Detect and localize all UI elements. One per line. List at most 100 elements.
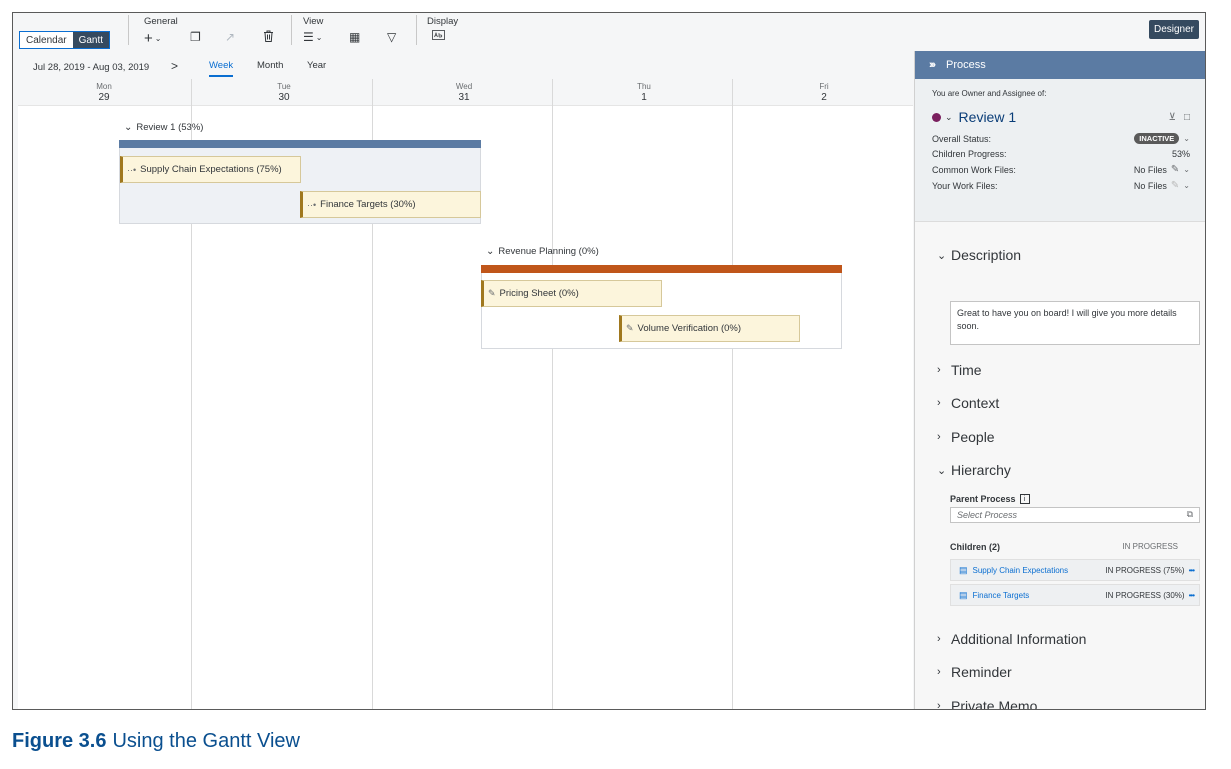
next-period-button[interactable]: >: [171, 59, 178, 73]
collapse-panel-icon[interactable]: ›››: [929, 59, 936, 71]
description-text[interactable]: Great to have you on board! I will give …: [950, 301, 1200, 345]
group-review-1-toggle[interactable]: ⌄ Review 1 (53%): [124, 122, 203, 133]
share-icon: ↗: [225, 30, 236, 44]
common-files-label: Common Work Files:: [932, 164, 1016, 175]
chevron-down-icon: ⌄: [315, 32, 323, 42]
child-name[interactable]: Supply Chain Expectations: [973, 566, 1069, 575]
section-title: Context: [951, 395, 1000, 411]
pencil-icon[interactable]: ✎: [1171, 180, 1179, 191]
tab-year[interactable]: Year: [307, 60, 326, 75]
process-actions: ⊻ □: [1169, 112, 1190, 123]
task-pricing-sheet[interactable]: ✎ Pricing Sheet (0%): [481, 280, 662, 307]
section-title: Additional Information: [951, 631, 1087, 647]
chevron-down-icon: ⌄: [937, 464, 947, 477]
group-review-1-bar[interactable]: [119, 140, 481, 148]
chevron-down-icon[interactable]: ⌄: [1183, 165, 1190, 174]
day-number: 31: [458, 91, 470, 103]
day-header: Tue 30: [194, 82, 374, 104]
day-header: Mon 29: [14, 82, 194, 104]
general-group-label: General: [144, 16, 178, 27]
child-status: IN PROGRESS (75%): [1105, 565, 1185, 575]
section-time[interactable]: › Time: [937, 362, 982, 378]
section-people[interactable]: › People: [937, 429, 995, 445]
tab-week[interactable]: Week: [209, 60, 234, 77]
edit-note-icon: ✎: [626, 323, 634, 333]
task-volume-verification[interactable]: ✎ Volume Verification (0%): [619, 315, 800, 342]
calendar-view-button[interactable]: ▦: [349, 30, 360, 44]
process-selector[interactable]: ⌄ Review 1 ⊻ □: [932, 109, 1190, 125]
section-title: Private Memo: [951, 698, 1038, 710]
owner-text: You are Owner and Assignee of:: [932, 89, 1047, 98]
tab-month[interactable]: Month: [257, 60, 283, 75]
children-progress-value: 53%: [1171, 149, 1190, 159]
designer-button[interactable]: Designer: [1148, 20, 1199, 39]
children-progress-label: Children Progress:: [932, 149, 1007, 159]
info-icon[interactable]: i: [1019, 494, 1030, 504]
process-name: Review 1: [958, 109, 1017, 125]
in-progress-icon: ··•: [307, 199, 317, 210]
child-row[interactable]: ▤ Supply Chain Expectations IN PROGRESS …: [950, 559, 1200, 581]
share-button[interactable]: ↗: [225, 30, 235, 44]
chevron-down-icon[interactable]: ⌄: [1183, 134, 1190, 143]
calendar-icon: ▦: [349, 30, 361, 44]
section-title: Reminder: [951, 664, 1012, 680]
day-name: Wed: [455, 82, 473, 91]
filter-button[interactable]: ▽: [387, 30, 396, 44]
day-header: Thu 1: [554, 82, 734, 104]
parent-process-input[interactable]: Select Process ⧉: [950, 507, 1200, 523]
section-reminder[interactable]: › Reminder: [937, 664, 1012, 680]
section-context[interactable]: › Context: [937, 395, 999, 411]
section-description[interactable]: ⌄ Description: [937, 247, 1021, 263]
day-number: 30: [278, 91, 290, 103]
children-status: IN PROGRESS: [1122, 542, 1178, 551]
child-row[interactable]: ▤ Finance Targets IN PROGRESS (30%) •••: [950, 584, 1200, 606]
figure-caption: Figure 3.6 Using the Gantt View: [12, 730, 300, 753]
parent-process-label: Parent Process i: [950, 494, 1030, 504]
app-window: Calendar Gantt General + ⌄ ❐ ↗ View ☰ ⌄ ▦ …: [12, 12, 1206, 710]
task-supply-chain[interactable]: ··• Supply Chain Expectations (75%): [120, 156, 301, 183]
day-header-row: Mon 29 Tue 30 Wed 31 Thu 1 Fri 2: [18, 79, 913, 106]
day-number: 29: [98, 91, 110, 103]
display-text-button[interactable]: [432, 30, 445, 40]
chevron-right-icon: ›: [937, 397, 941, 409]
group-title: Revenue Planning (0%): [498, 246, 599, 257]
chevron-down-icon[interactable]: ⌄: [1183, 181, 1190, 190]
day-gridline: [732, 79, 733, 709]
calendar-mode-button[interactable]: Calendar: [20, 32, 73, 48]
pencil-icon[interactable]: ✎: [1171, 164, 1179, 175]
section-additional-information[interactable]: › Additional Information: [937, 631, 1086, 647]
parent-process-text: Parent Process: [950, 494, 1016, 504]
overall-status-row: Overall Status: INACTIVE ⌄: [932, 133, 1190, 144]
in-progress-icon: ··•: [127, 164, 137, 175]
section-hierarchy[interactable]: ⌄ Hierarchy: [937, 462, 1011, 478]
gantt-mode-button[interactable]: Gantt: [72, 32, 110, 48]
divider: [291, 15, 292, 45]
task-finance-targets[interactable]: ··• Finance Targets (30%): [300, 191, 481, 218]
overall-status-label: Overall Status:: [932, 133, 992, 144]
value-help-icon[interactable]: ⧉: [1187, 509, 1193, 520]
day-header: Wed 31: [374, 82, 554, 104]
group-by-button[interactable]: ☰ ⌄: [303, 30, 322, 44]
children-label: Children (2): [950, 542, 1001, 552]
child-name[interactable]: Finance Targets: [973, 591, 1030, 600]
add-button[interactable]: + ⌄: [144, 30, 161, 47]
chevron-right-icon: ›: [937, 364, 941, 376]
section-private-memo[interactable]: › Private Memo: [937, 698, 1038, 710]
group-revenue-planning-bar[interactable]: [481, 265, 842, 273]
more-icon[interactable]: •••: [1189, 591, 1195, 600]
day-name: Fri: [819, 82, 829, 91]
group-revenue-planning-toggle[interactable]: ⌄ Revenue Planning (0%): [486, 246, 599, 257]
list-icon: ☰: [303, 30, 314, 44]
display-group-label: Display: [427, 16, 459, 27]
figure-text: Using the Gantt View: [112, 730, 300, 752]
task-label: Supply Chain Expectations (75%): [140, 164, 282, 175]
gantt-timeline: Mon 29 Tue 30 Wed 31 Thu 1 Fri 2 ⌄ Review 1 (5…: [18, 79, 913, 709]
plus-icon: +: [144, 30, 153, 47]
trash-icon: [264, 30, 273, 42]
task-label: Volume Verification (0%): [637, 323, 742, 334]
more-icon[interactable]: •••: [1189, 566, 1195, 575]
chat-icon[interactable]: □: [1184, 112, 1190, 123]
copy-button[interactable]: ❐: [190, 30, 201, 44]
delete-button[interactable]: [263, 30, 274, 42]
hierarchy-icon[interactable]: ⊻: [1169, 112, 1176, 123]
